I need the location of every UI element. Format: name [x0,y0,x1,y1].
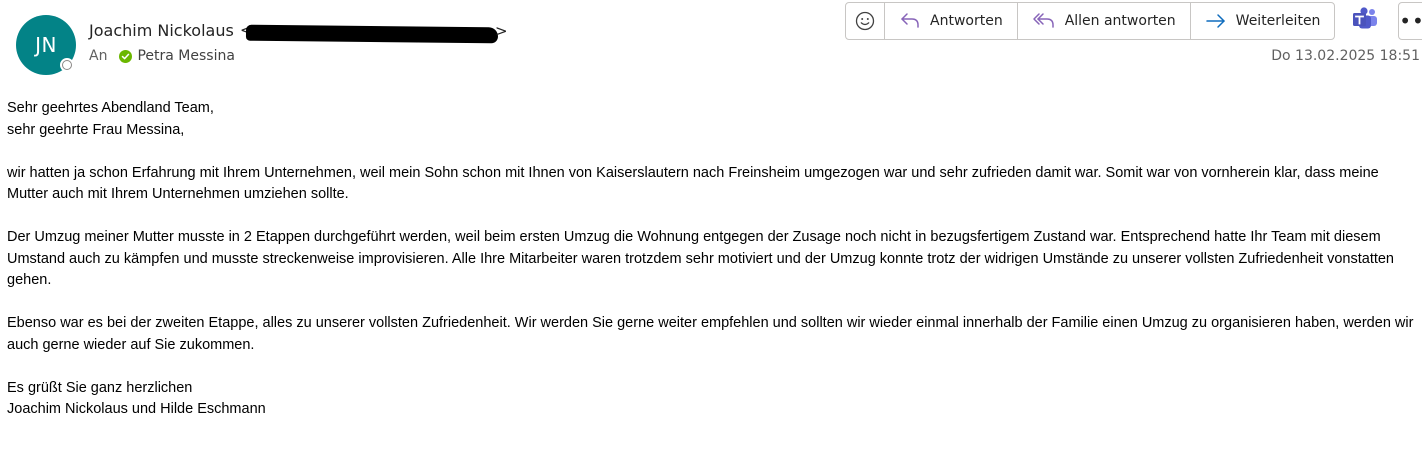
closing-line: Es grüßt Sie ganz herzlichen [7,379,193,396]
message-header: JN Joachim Nickolaus < > An Petra Messin… [0,0,1422,90]
sent-date: Do 13.02.2025 18:51 [1271,48,1420,64]
recipient-row: An Petra Messina [89,48,235,64]
redaction-mark [245,24,499,44]
reply-button-group: Antworten Allen antworten Weiterleiten [845,2,1336,40]
body-paragraph: wir hatten ja schon Erfahrung mit Ihrem … [7,164,1379,203]
salutation: Sehr geehrtes Abendland Team, sehr geehr… [7,98,1417,141]
reply-all-arrow-icon [1032,11,1056,31]
forward-label: Weiterleiten [1235,13,1321,29]
teams-share-button[interactable] [1345,2,1386,40]
presence-status-icon [60,58,74,72]
smiley-icon [854,10,876,32]
to-label: An [89,48,108,64]
message-body: Sehr geehrtes Abendland Team, sehr geehr… [7,98,1417,442]
sender-email-redacted: < > [240,21,508,44]
reply-button[interactable]: Antworten [885,3,1018,39]
message-actions-toolbar: Antworten Allen antworten Weiterleiten • [845,2,1422,40]
reply-label: Antworten [930,13,1003,29]
forward-button[interactable]: Weiterleiten [1191,3,1335,39]
closing: Es grüßt Sie ganz herzlichen Joachim Nic… [7,378,1417,421]
sender-name[interactable]: Joachim Nickolaus [89,21,234,40]
email-close-bracket: > [495,22,508,40]
reaction-button[interactable] [846,3,885,39]
greeting-line: sehr geehrte Frau Messina, [7,121,185,138]
signature-line: Joachim Nickolaus und Hilde Eschmann [7,401,266,417]
greeting-line: Sehr geehrtes Abendland Team, [7,100,214,116]
body-paragraph: Der Umzug meiner Mutter musste in 2 Etap… [7,229,1395,288]
recipient-name[interactable]: Petra Messina [137,48,234,64]
more-actions-button[interactable]: ••• [1398,2,1422,40]
reply-arrow-icon [899,11,921,31]
body-paragraph: Ebenso war es bei der zweiten Etappe, al… [7,315,1414,353]
available-status-icon [119,49,133,63]
reply-all-button[interactable]: Allen antworten [1018,3,1191,39]
more-options-icon: ••• [1399,9,1422,33]
teams-icon [1351,6,1379,36]
avatar-initials: JN [35,33,57,57]
forward-arrow-icon [1205,11,1227,31]
reply-all-label: Allen antworten [1064,13,1176,29]
